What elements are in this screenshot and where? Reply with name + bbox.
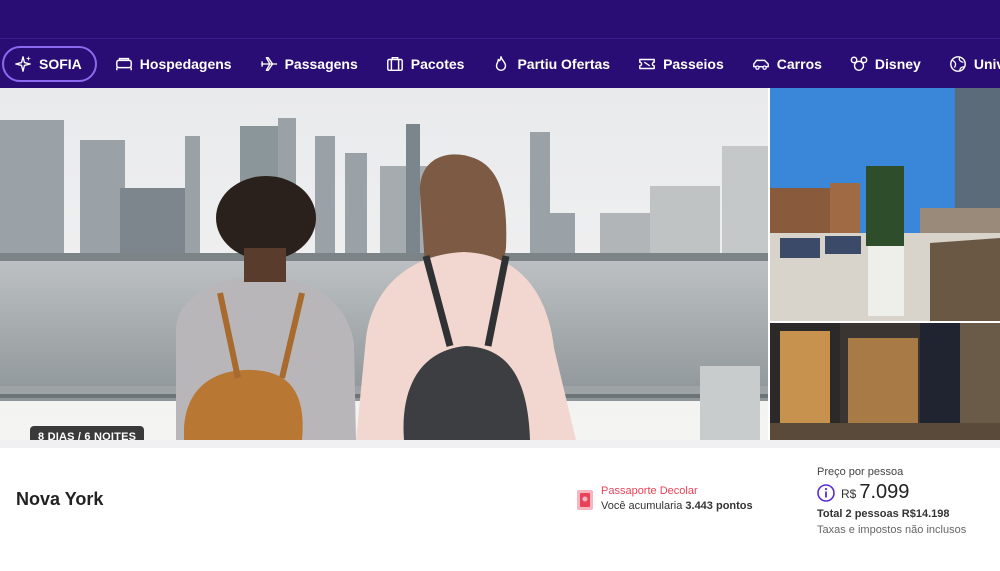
nav-label: SOFIA xyxy=(39,55,82,72)
loyalty-points-info: Passaporte Decolar Você acumularia 3.443… xyxy=(577,484,753,514)
nav-item-disney[interactable]: Disney xyxy=(850,46,921,82)
car-icon xyxy=(752,59,769,70)
nav-label: Disney xyxy=(874,55,921,72)
passport-text: Você acumularia 3.443 pontos xyxy=(601,498,753,514)
globe-icon xyxy=(949,55,966,72)
nav-label: Passeios xyxy=(663,55,724,72)
main-photo[interactable] xyxy=(0,88,768,440)
price-currency: R$ xyxy=(841,487,857,501)
total-price: Total 2 pessoas R$14.198 xyxy=(817,508,950,520)
price-row: R$ 7.099 xyxy=(817,481,997,504)
nav-label: Universal xyxy=(973,55,1000,72)
destination-title: Nova York xyxy=(16,489,104,509)
main-navigation: SOFIA Hospedagens Passagens Pacotes Part… xyxy=(0,38,1000,88)
nav-item-carros[interactable]: Carros xyxy=(752,46,822,82)
taxes-note: Taxas e impostos não inclusos xyxy=(817,524,967,536)
top-bar xyxy=(0,0,1000,38)
nav-label: Partiu Ofertas xyxy=(517,55,611,72)
photo-gallery[interactable]: 8 DIAS / 6 NOITES xyxy=(0,88,1000,448)
nav-label: Carros xyxy=(776,55,822,72)
entrance-image xyxy=(770,323,1000,440)
nav-item-universal[interactable]: Universal xyxy=(949,46,1000,82)
mouse-ears-icon xyxy=(850,56,868,71)
price-label: Preço por pessoa xyxy=(817,466,904,478)
hotel-entrance-photo[interactable] xyxy=(770,323,1000,440)
terrace-image xyxy=(770,88,1000,321)
passport-title: Passaporte Decolar xyxy=(601,485,698,497)
nav-label: Passagens xyxy=(284,55,358,72)
plane-icon xyxy=(260,56,277,71)
nav-label: Pacotes xyxy=(410,55,465,72)
passport-points: 3.443 pontos xyxy=(685,500,753,512)
passport-icon xyxy=(577,490,593,510)
suitcase-icon xyxy=(386,56,403,71)
nav-label: Hospedagens xyxy=(139,55,232,72)
passport-text-prefix: Você acumularia xyxy=(601,500,683,512)
hotel-terrace-photo[interactable] xyxy=(770,88,1000,321)
info-icon[interactable] xyxy=(817,483,835,502)
nav-item-sofia[interactable]: SOFIA xyxy=(2,45,97,82)
nav-item-passagens[interactable]: Passagens xyxy=(260,46,358,82)
bed-icon xyxy=(115,57,132,70)
flame-icon xyxy=(496,55,507,71)
ticket-icon xyxy=(639,58,655,69)
price-value: 7.099 xyxy=(859,481,910,503)
nav-item-pacotes[interactable]: Pacotes xyxy=(386,46,465,82)
nav-item-partiu-ofertas[interactable]: Partiu Ofertas xyxy=(492,46,610,82)
sparkles-icon xyxy=(15,55,32,72)
new-york-skyline-photo xyxy=(0,88,768,440)
section-divider xyxy=(0,440,1000,448)
nav-item-passeios[interactable]: Passeios xyxy=(638,46,724,82)
price-block: Preço por pessoa R$ 7.099 Total 2 pessoa… xyxy=(817,465,997,537)
nav-item-hospedagens[interactable]: Hospedagens xyxy=(115,46,232,82)
